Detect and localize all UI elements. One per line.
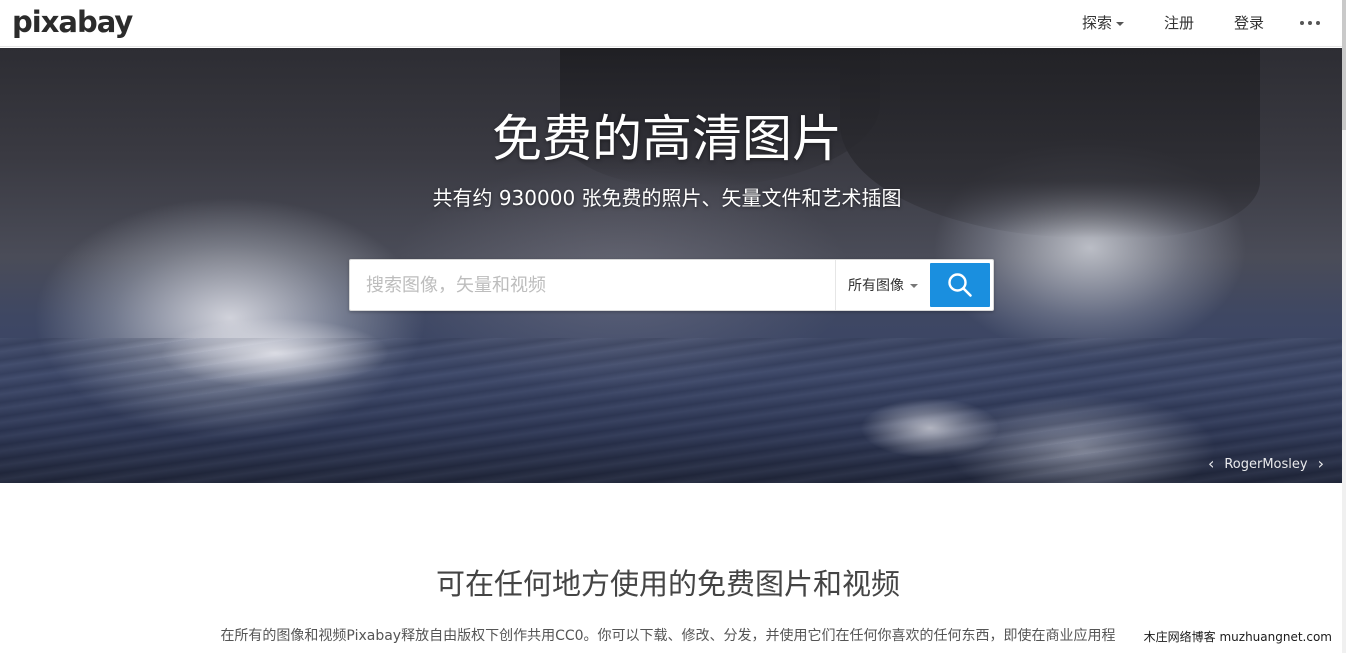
hero-background-foam xyxy=(160,318,390,388)
caret-down-icon xyxy=(910,283,918,288)
top-nav-menu: 探索 注册 登录 xyxy=(1062,0,1342,46)
dot xyxy=(1316,21,1320,25)
dot xyxy=(1300,21,1304,25)
chevron-left-icon[interactable]: ‹ xyxy=(1208,456,1214,472)
nav-explore[interactable]: 探索 xyxy=(1062,0,1144,46)
hero-title: 免费的高清图片 xyxy=(492,110,842,168)
section-title: 可在任何地方使用的免费图片和视频 xyxy=(435,567,900,601)
hero-subtitle: 共有约 930000 张免费的照片、矢量文件和艺术插图 xyxy=(432,186,902,210)
caret-down-icon xyxy=(1115,21,1124,26)
pixabay-logo[interactable]: pixabay xyxy=(12,2,133,42)
search-type-dropdown[interactable]: 所有图像 xyxy=(835,260,930,310)
nav-register-label: 注册 xyxy=(1163,14,1194,32)
dot xyxy=(1308,21,1312,25)
top-navbar: pixabay 探索 注册 登录 xyxy=(0,0,1342,47)
search-icon xyxy=(948,273,972,297)
photographer-link[interactable]: RogerMosley xyxy=(1224,457,1307,472)
nav-login[interactable]: 登录 xyxy=(1214,0,1284,46)
hero-banner: 免费的高清图片 共有约 930000 张免费的照片、矢量文件和艺术插图 所有图像… xyxy=(0,48,1342,483)
more-dots-icon[interactable] xyxy=(1284,0,1342,46)
search-box: 所有图像 xyxy=(349,259,994,311)
site-watermark: 木庄网络博客 muzhuangnet.com xyxy=(1141,629,1334,645)
nav-login-label: 登录 xyxy=(1233,14,1264,32)
scrollbar-thumb[interactable] xyxy=(1342,0,1346,130)
search-button[interactable] xyxy=(930,263,990,307)
nav-register[interactable]: 注册 xyxy=(1144,0,1214,46)
section-description: 在所有的图像和视频Pixabay释放自由版权下创作共用CC0。你可以下载、修改、… xyxy=(220,628,1116,644)
page-scrollbar[interactable] xyxy=(1342,0,1346,653)
search-type-label: 所有图像 xyxy=(848,278,904,294)
photo-credit: ‹ RogerMosley › xyxy=(1208,456,1324,472)
chevron-right-icon[interactable]: › xyxy=(1318,456,1324,472)
search-input[interactable] xyxy=(350,260,835,310)
nav-explore-label: 探索 xyxy=(1081,14,1112,32)
hero-background-foam xyxy=(860,398,1000,458)
